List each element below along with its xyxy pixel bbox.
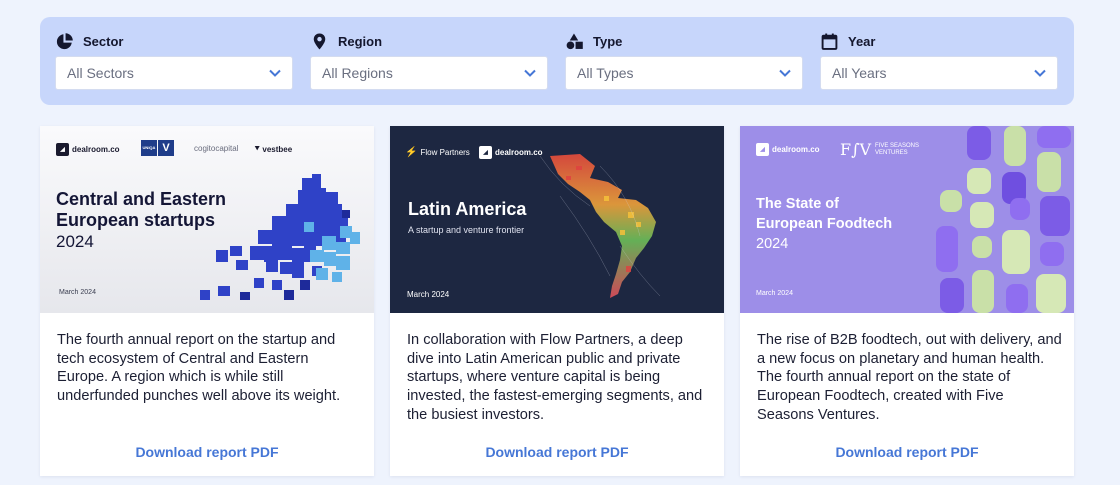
cover-date: March 2024: [407, 290, 450, 299]
calendar-icon: [821, 33, 838, 50]
chevron-down-icon: [269, 69, 281, 77]
region-select[interactable]: All Regions: [310, 56, 548, 90]
dealroom-logo: ◢ dealroom.co: [479, 146, 543, 159]
type-filter: Type All Types: [565, 31, 803, 90]
type-select-value: All Types: [577, 65, 634, 81]
chevron-down-icon: [1034, 69, 1046, 77]
cover-date: March 2024: [756, 290, 793, 297]
year-filter: Year All Years: [820, 31, 1058, 90]
year-select[interactable]: All Years: [820, 56, 1058, 90]
cover-title: Central and Eastern European startups 20…: [56, 189, 227, 251]
type-select[interactable]: All Types: [565, 56, 803, 90]
cover-title: Latin America: [408, 199, 527, 219]
region-filter-label: Region: [338, 33, 383, 49]
report-card-cee[interactable]: ◢ dealroom.co UNIQA V cogitocapital ⯆ ve…: [40, 126, 374, 476]
report-cover-cee[interactable]: ◢ dealroom.co UNIQA V cogitocapital ⯆ ve…: [40, 126, 374, 313]
shapes-icon: [566, 33, 583, 49]
region-filter: Region All Regions: [310, 31, 548, 90]
five-seasons-logo: F∫V FIVE SEASONS VENTURES: [840, 140, 920, 159]
card-description: In collaboration with Flow Partners, a d…: [407, 332, 703, 423]
uniqa-logo: UNIQA V: [141, 140, 174, 156]
year-select-value: All Years: [832, 65, 887, 81]
dealroom-logo: ◢ dealroom.co: [56, 143, 120, 156]
download-report-link[interactable]: Download report PDF: [40, 444, 374, 460]
card-description: The rise of B2B foodtech, out with deliv…: [757, 332, 1062, 423]
report-cover-foodtech[interactable]: ◢ dealroom.co F∫V FIVE SEASONS VENTURES …: [740, 126, 1074, 313]
download-report-link[interactable]: Download report PDF: [740, 444, 1074, 460]
download-report-link[interactable]: Download report PDF: [390, 444, 724, 460]
report-cover-latam[interactable]: ⚡ Flow Partners ◢ dealroom.co Latin Amer…: [390, 126, 724, 313]
cover-subtitle: A startup and venture frontier: [408, 225, 525, 235]
sector-filter-label: Sector: [83, 33, 124, 49]
sector-select-value: All Sectors: [67, 65, 134, 81]
cogitocapital-logo: cogitocapital: [194, 144, 239, 153]
chevron-down-icon: [524, 69, 536, 77]
pie-chart-icon: [56, 32, 73, 49]
filter-panel: Sector All Sectors Region All Regions Ty…: [40, 17, 1074, 105]
map-pin-icon: [313, 33, 326, 49]
report-card-latam[interactable]: ⚡ Flow Partners ◢ dealroom.co Latin Amer…: [390, 126, 724, 476]
region-select-value: All Regions: [322, 65, 393, 81]
cover-date: March 2024: [59, 289, 96, 296]
type-filter-label: Type: [593, 33, 623, 49]
cover-title: The State of European Foodtech 2024: [756, 196, 893, 252]
vestbee-logo: ⯆ vestbee: [254, 144, 293, 154]
year-filter-label: Year: [848, 33, 876, 49]
dealroom-logo: ◢ dealroom.co: [756, 143, 820, 156]
sector-select[interactable]: All Sectors: [55, 56, 293, 90]
sector-filter: Sector All Sectors: [55, 31, 293, 90]
report-card-foodtech[interactable]: ◢ dealroom.co F∫V FIVE SEASONS VENTURES …: [740, 126, 1074, 476]
flow-partners-logo: ⚡ Flow Partners: [405, 147, 470, 158]
card-description: The fourth annual report on the startup …: [57, 332, 341, 405]
chevron-down-icon: [779, 69, 791, 77]
